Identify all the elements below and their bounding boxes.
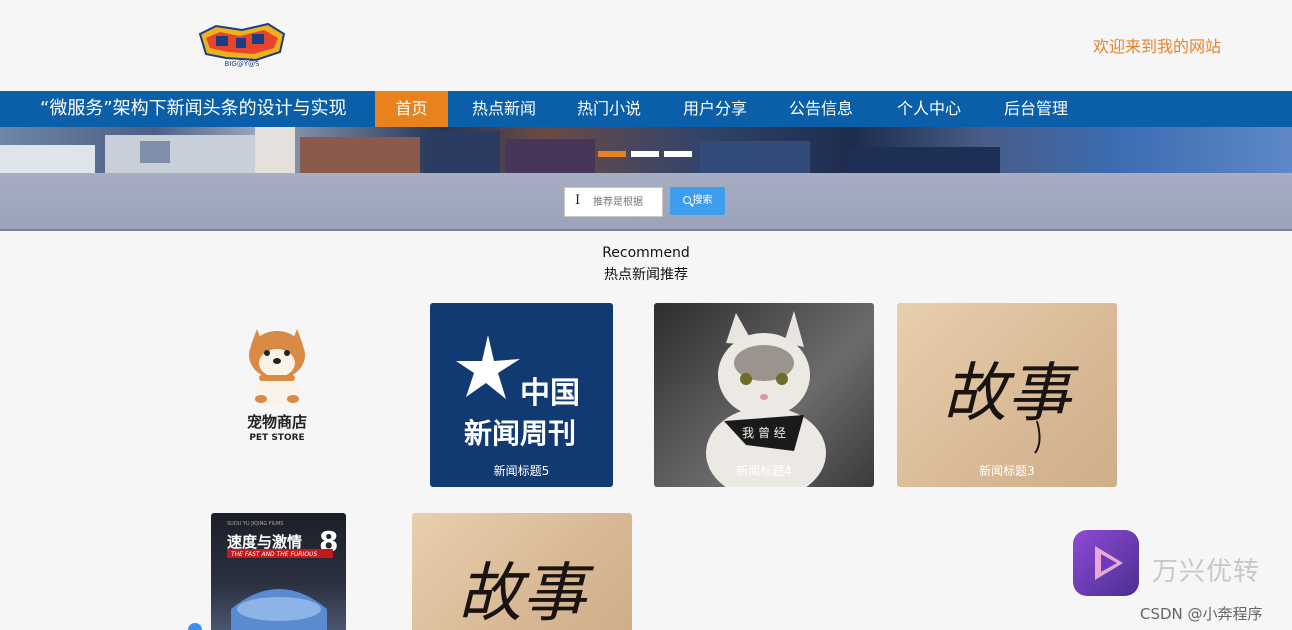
nav-item-hot-novels[interactable]: 热门小说	[565, 91, 653, 127]
site-logo[interactable]: BIG@Y@S	[196, 20, 288, 68]
main-navbar: “微服务”架构下新闻头条的设计与实现 首页 热点新闻 热门小说 用户分享 公告信…	[0, 91, 1292, 127]
site-header: BIG@Y@S 欢迎来到我的网站	[0, 0, 1292, 91]
card-caption[interactable]: 新闻标题4	[654, 462, 874, 479]
nav-item-user-share[interactable]: 用户分享	[671, 91, 759, 127]
pet-store-cn: 宠物商店	[247, 413, 307, 431]
nav-item-home[interactable]: 首页	[375, 91, 448, 127]
news-card[interactable]: 故事 新闻标题3	[897, 303, 1117, 487]
card-caption[interactable]: 新闻标题5	[430, 462, 613, 479]
section-title-cn: 热点新闻推荐	[604, 267, 688, 283]
banner-dot-1[interactable]	[598, 151, 626, 157]
news-weekly-title-1: 中国	[520, 376, 580, 411]
section-title-en: Recommend	[602, 245, 690, 261]
card-pet-store[interactable]: 宠物商店 PET STORE	[213, 315, 345, 450]
card-caption[interactable]: 新闻标题3	[897, 462, 1117, 479]
search-bar: I 搜索	[0, 173, 1292, 231]
story-calligraphy-text: 故事	[943, 357, 1080, 431]
search-icon	[682, 196, 691, 204]
poster-top-text: SUDU YU JIQING FILMS	[227, 521, 283, 527]
poster-title: 速度与激情	[227, 533, 302, 551]
welcome-text: 欢迎来到我的网站	[1093, 37, 1222, 56]
movie-poster-image: SUDU YU JIQING FILMS 速度与激情 8 THE FAST AN…	[227, 521, 338, 630]
csdn-watermark: CSDN @小奔程序	[1140, 605, 1263, 623]
story-calligraphy-image: 故事	[458, 557, 595, 630]
story-calligraphy-text: 故事	[458, 557, 595, 630]
banner-image	[0, 127, 1000, 173]
news-card[interactable]: 我 曾 经 新闻标题4	[654, 303, 874, 487]
banner-dot-2[interactable]	[631, 151, 659, 157]
nav-item-announcements[interactable]: 公告信息	[777, 91, 865, 127]
news-weekly-image: 中国 新闻周刊	[456, 335, 580, 450]
logo-text: BIG@Y@S	[224, 60, 260, 68]
cat-bandana-text: 我 曾 经	[742, 426, 786, 440]
story-card[interactable]: 故事	[412, 513, 632, 630]
video-tool-watermark: 万兴优转	[1152, 557, 1261, 587]
banner-dot-3[interactable]	[664, 151, 692, 157]
pet-store-en: PET STORE	[249, 433, 304, 443]
news-card[interactable]: 中国 新闻周刊 新闻标题5	[430, 303, 613, 487]
cursor-dot-icon	[188, 623, 202, 630]
movie-poster-card[interactable]: SUDU YU JIQING FILMS 速度与激情 8 THE FAST AN…	[211, 513, 346, 630]
play-icon	[1095, 546, 1123, 580]
nav-item-personal-center[interactable]: 个人中心	[885, 91, 973, 127]
story-calligraphy-image: 故事	[943, 357, 1080, 454]
site-title: “微服务”架构下新闻头条的设计与实现	[40, 98, 347, 119]
video-tool-logo	[1073, 530, 1139, 596]
search-button-label: 搜索	[692, 195, 713, 206]
news-weekly-title-2: 新闻周刊	[464, 417, 576, 450]
banner-carousel[interactable]	[0, 127, 1292, 173]
nav-item-admin[interactable]: 后台管理	[992, 91, 1080, 127]
search-button[interactable]: 搜索	[670, 187, 725, 215]
pet-store-logo: 宠物商店 PET STORE	[247, 329, 307, 443]
nav-item-hot-news[interactable]: 热点新闻	[460, 91, 548, 127]
cat-image: 我 曾 经	[706, 311, 826, 487]
poster-subtitle: THE FAST AND THE FURIOUS	[231, 551, 317, 558]
text-cursor-icon: I	[575, 193, 581, 208]
